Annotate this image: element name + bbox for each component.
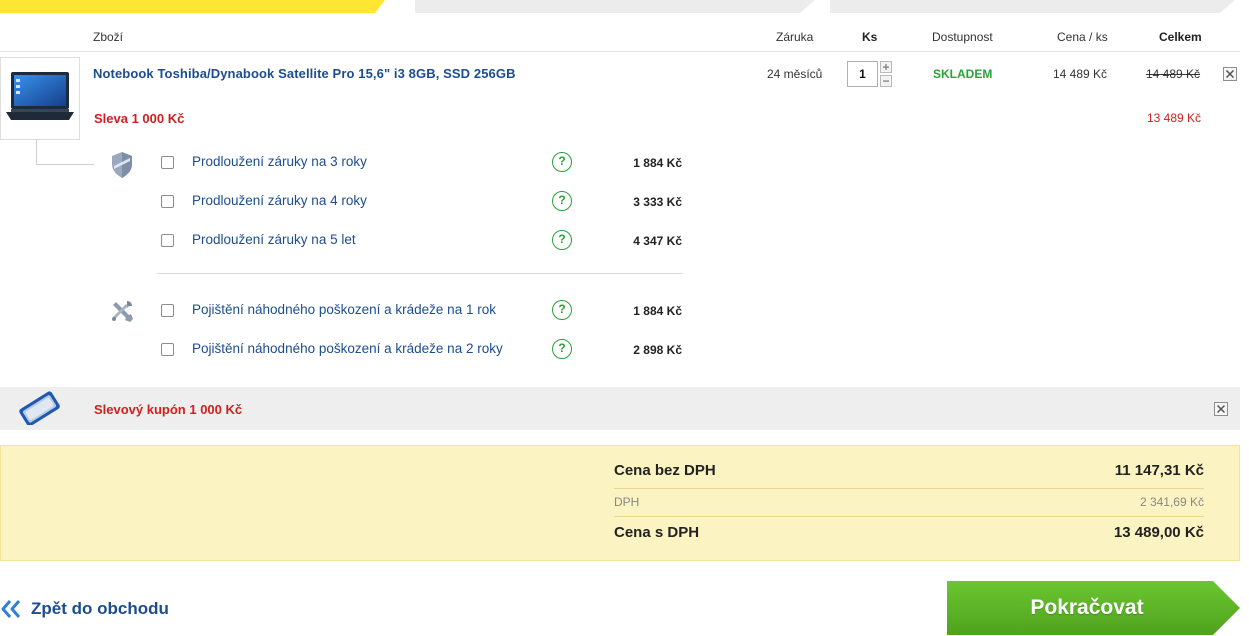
warranty-3-years-checkbox[interactable] bbox=[161, 156, 174, 169]
insurance-2-years-label[interactable]: Pojištění náhodného poškození a krádeže … bbox=[192, 341, 503, 356]
column-header-goods: Zboží bbox=[93, 30, 124, 44]
header-divider bbox=[0, 51, 1240, 52]
step-tab-cart[interactable] bbox=[0, 0, 385, 13]
column-header-warranty: Záruka bbox=[776, 30, 814, 44]
insurance-1-year-price: 1 884 Kč bbox=[633, 304, 682, 318]
price-without-vat-value: 11 147,31 Kč bbox=[1114, 462, 1204, 479]
coupon-icon bbox=[19, 391, 60, 425]
minus-icon bbox=[883, 80, 889, 82]
service-connector-line-horizontal bbox=[36, 164, 94, 165]
product-thumbnail[interactable] bbox=[0, 57, 80, 140]
availability-status: SKLADEM bbox=[933, 67, 993, 81]
total-discounted-price: 13 489 Kč bbox=[1147, 111, 1202, 125]
vat-label: DPH bbox=[614, 495, 640, 509]
quantity-increase-button[interactable] bbox=[880, 61, 892, 73]
warranty-5-years-help-icon[interactable]: ? bbox=[552, 230, 572, 250]
warranty-3-years-price: 1 884 Kč bbox=[633, 156, 682, 170]
quantity-input[interactable]: 1 bbox=[847, 61, 878, 87]
insurance-2-years-price: 2 898 Kč bbox=[633, 343, 682, 357]
remove-product-button[interactable] bbox=[1223, 67, 1237, 81]
column-header-unit-price: Cena / ks bbox=[1057, 30, 1108, 44]
back-to-shop-label[interactable]: Zpět do obchodu bbox=[31, 599, 169, 619]
plus-icon bbox=[883, 64, 889, 70]
price-without-vat-label: Cena bez DPH bbox=[614, 462, 716, 479]
unit-price: 14 489 Kč bbox=[1053, 67, 1108, 81]
insurance-2-years-help-icon[interactable]: ? bbox=[552, 339, 572, 359]
warranty-5-years-checkbox[interactable] bbox=[161, 234, 174, 247]
insurance-1-year-help-icon[interactable]: ? bbox=[552, 300, 572, 320]
insurance-1-year-label[interactable]: Pojištění náhodného poškození a krádeže … bbox=[192, 302, 496, 317]
price-with-vat-value: 13 489,00 Kč bbox=[1113, 524, 1204, 541]
quantity-decrease-button[interactable] bbox=[880, 75, 892, 87]
warranty-5-years-price: 4 347 Kč bbox=[633, 234, 682, 248]
double-chevron-left-icon bbox=[1, 600, 21, 618]
column-header-total: Celkem bbox=[1159, 30, 1202, 44]
remove-coupon-button[interactable] bbox=[1214, 402, 1228, 416]
vat-value: 2 341,69 Kč bbox=[1139, 495, 1204, 509]
column-header-qty: Ks bbox=[862, 30, 878, 44]
product-name-link[interactable]: Notebook Toshiba/Dynabook Satellite Pro … bbox=[93, 66, 516, 81]
coupon-label: Slevový kupón 1 000 Kč bbox=[94, 402, 243, 417]
services-divider bbox=[157, 273, 683, 274]
warranty-4-years-checkbox[interactable] bbox=[161, 195, 174, 208]
laptop-icon bbox=[6, 72, 74, 120]
total-original-price: 14 489 Kč bbox=[1146, 67, 1201, 81]
price-with-vat-label: Cena s DPH bbox=[614, 524, 700, 541]
warranty-4-years-price: 3 333 Kč bbox=[633, 195, 682, 209]
close-icon bbox=[1216, 404, 1226, 414]
close-icon bbox=[1225, 69, 1235, 79]
shield-icon bbox=[112, 152, 132, 178]
insurance-1-year-checkbox[interactable] bbox=[161, 304, 174, 317]
warranty-3-years-label[interactable]: Prodloužení záruky na 3 roky bbox=[192, 154, 367, 169]
summary-divider bbox=[614, 516, 1204, 517]
product-discount: Sleva 1 000 Kč bbox=[94, 111, 185, 126]
column-header-availability: Dostupnost bbox=[932, 30, 993, 44]
step-tab-summary[interactable] bbox=[830, 0, 1235, 13]
insurance-2-years-checkbox[interactable] bbox=[161, 343, 174, 356]
step-tab-delivery[interactable] bbox=[415, 0, 815, 13]
checkout-steps bbox=[0, 0, 1249, 13]
continue-button[interactable]: Pokračovat bbox=[947, 581, 1227, 635]
warranty-3-years-help-icon[interactable]: ? bbox=[552, 152, 572, 172]
warranty-4-years-label[interactable]: Prodloužení záruky na 4 roky bbox=[192, 193, 367, 208]
service-connector-line bbox=[36, 140, 37, 164]
warranty-4-years-help-icon[interactable]: ? bbox=[552, 191, 572, 211]
tools-icon bbox=[112, 301, 133, 322]
product-warranty: 24 měsíců bbox=[767, 67, 823, 81]
summary-divider bbox=[614, 488, 1204, 489]
warranty-5-years-label[interactable]: Prodloužení záruky na 5 let bbox=[192, 232, 356, 247]
